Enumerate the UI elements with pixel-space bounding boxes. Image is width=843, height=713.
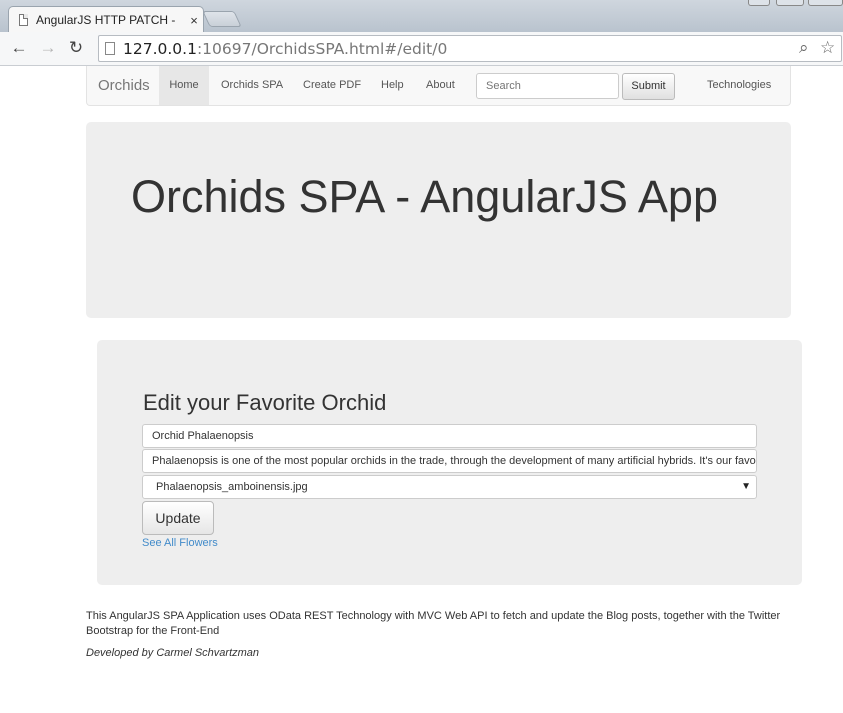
footer-credit: Developed by Carmel Schvartzman [86,647,260,659]
hero-jumbotron: Orchids SPA - AngularJS App [86,122,791,318]
nav-item-about[interactable]: About [426,66,455,105]
orchid-image-select[interactable]: Phalaenopsis_amboinensis.jpg ▼ [142,475,757,499]
page-document-icon [19,14,28,26]
navbar-brand[interactable]: Orchids [98,77,150,94]
browser-tab[interactable]: AngularJS HTTP PATCH - × [8,6,204,33]
forward-arrow-icon[interactable]: → [37,37,59,59]
dropdown-arrow-icon[interactable]: ▼ [741,476,751,498]
url-path: :10697/OrchidsSPA.html#/edit/0 [196,39,448,58]
edit-orchid-panel: Edit your Favorite Orchid Orchid Phalaen… [97,340,802,585]
close-tab-icon[interactable]: × [185,13,203,28]
page-icon [105,42,115,55]
search-zoom-icon[interactable]: ⌕ [799,38,809,58]
url-host: 127.0.0.1 [123,39,197,58]
minimize-button[interactable] [748,0,770,6]
tab-title: AngularJS HTTP PATCH - [36,13,176,27]
bookmark-star-icon[interactable]: ☆ [820,38,835,58]
edit-form-heading: Edit your Favorite Orchid [143,390,387,415]
nav-item-home[interactable]: Home [159,66,209,105]
nav-item-orchids-spa[interactable]: Orchids SPA [221,66,283,105]
reload-icon[interactable]: ↻ [65,37,87,59]
new-tab-button[interactable] [202,11,242,27]
back-arrow-icon[interactable]: ← [8,37,30,59]
nav-item-technologies[interactable]: Technologies [707,66,771,105]
orchid-name-input[interactable]: Orchid Phalaenopsis [142,424,757,448]
navbar-submit-button[interactable]: Submit [622,73,675,100]
maximize-button[interactable] [776,0,804,6]
top-navbar: Orchids Home Orchids SPA Create PDF Help… [86,66,791,106]
see-all-flowers-link[interactable]: See All Flowers [142,537,218,549]
address-bar[interactable]: 127.0.0.1:10697/OrchidsSPA.html#/edit/0 … [98,35,842,62]
nav-item-help[interactable]: Help [381,66,404,105]
page-content: Orchids Home Orchids SPA Create PDF Help… [0,66,843,713]
browser-tab-strip: AngularJS HTTP PATCH - × [0,0,843,33]
page-title: Orchids SPA - AngularJS App [131,171,718,222]
navbar-search-input[interactable] [476,73,619,99]
window-close-button[interactable] [808,0,843,6]
nav-item-create-pdf[interactable]: Create PDF [303,66,361,105]
orchid-description-input[interactable]: Phalaenopsis is one of the most popular … [142,449,757,473]
browser-toolbar: ← → ↻ 127.0.0.1:10697/OrchidsSPA.html#/e… [0,32,843,66]
orchid-image-selected-value: Phalaenopsis_amboinensis.jpg [156,481,308,493]
update-button[interactable]: Update [142,501,214,535]
footer-description: This AngularJS SPA Application uses ODat… [86,610,781,637]
